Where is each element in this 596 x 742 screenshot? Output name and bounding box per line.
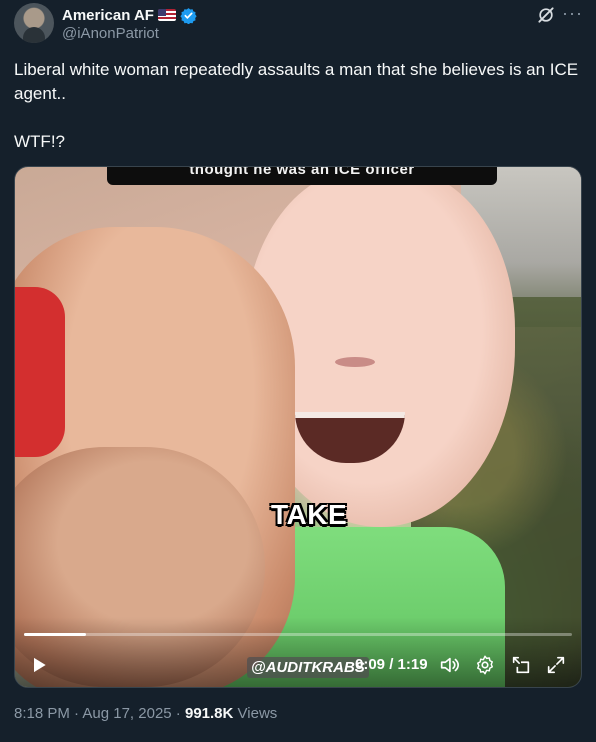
tweet-text-line-1: Liberal white woman repeatedly assaults …: [14, 60, 579, 103]
tweet-header: American AF @iAnonPatriot ···: [14, 3, 582, 45]
author-handle[interactable]: @iAnonPatriot: [62, 25, 159, 42]
verified-badge-icon: [180, 7, 197, 24]
author-name-row[interactable]: American AF: [62, 5, 197, 25]
video-red-object: [15, 287, 65, 457]
flag-us-icon: [157, 9, 176, 21]
meta-separator-1: ·: [69, 705, 83, 722]
video-top-caption-text: thought he was an ICE officer: [189, 167, 415, 178]
video-player[interactable]: thought he was an ICE officer TAKE @AUDI…: [14, 166, 582, 688]
video-lips: [335, 357, 375, 367]
tweet-meta: 8:18 PM · Aug 17, 2025 · 991.8K Views: [14, 705, 277, 722]
video-top-caption: thought he was an ICE officer: [107, 167, 497, 185]
video-progress-fill: [24, 633, 87, 636]
video-time: 0:09 / 1:19: [355, 656, 428, 673]
views-count: 991.8K: [184, 705, 234, 722]
tweet-time[interactable]: 8:18 PM: [14, 705, 70, 722]
avatar[interactable]: [14, 3, 54, 43]
views-label: Views: [237, 705, 278, 722]
tweet-text-line-2: WTF!?: [14, 132, 65, 151]
meta-separator-2: ·: [171, 705, 185, 722]
video-progress-bar[interactable]: [24, 633, 572, 636]
author-display-name[interactable]: American AF: [62, 7, 154, 24]
play-icon[interactable]: [29, 655, 49, 675]
tweet-date[interactable]: Aug 17, 2025: [82, 705, 171, 722]
tweet-text: Liberal white woman repeatedly assaults …: [14, 58, 582, 154]
fullscreen-icon[interactable]: [545, 654, 567, 676]
video-watermark: @AUDITKRABS: [247, 657, 369, 678]
settings-icon[interactable]: [474, 654, 496, 676]
grok-icon[interactable]: [536, 5, 556, 25]
more-icon[interactable]: ···: [562, 3, 582, 23]
pip-icon[interactable]: [510, 654, 532, 676]
volume-icon[interactable]: [438, 654, 460, 676]
video-subtitle: TAKE: [271, 499, 348, 530]
